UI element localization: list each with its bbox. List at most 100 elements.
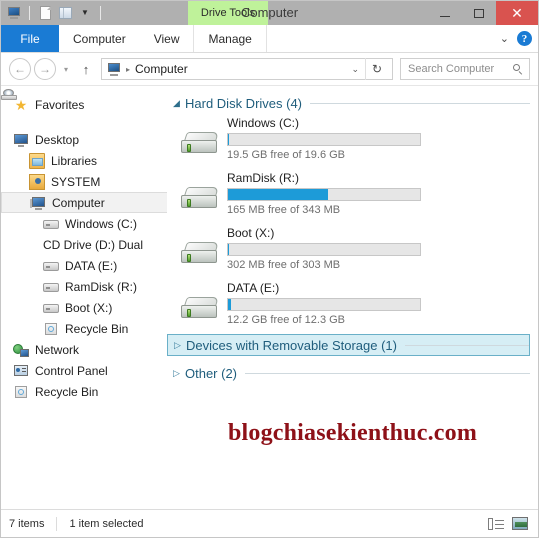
triangle-collapsed-icon[interactable]: ▷ (173, 368, 185, 379)
details-view-button[interactable] (486, 515, 506, 533)
recycle-bin-icon (43, 321, 59, 337)
triangle-expanded-icon[interactable]: ◢ (173, 98, 185, 109)
group-title: Devices with Removable Storage (1) (186, 337, 397, 353)
drive-item-data-e[interactable]: DATA (E:) 12.2 GB free of 12.3 GB (167, 279, 538, 334)
new-folder-icon[interactable] (56, 4, 74, 22)
sidebar-item-label: Recycle Bin (35, 384, 99, 399)
computer-icon[interactable] (5, 4, 23, 22)
back-arrow-icon: ← (14, 62, 26, 76)
qat-divider-2 (100, 6, 101, 20)
drive-info: DATA (E:) 12.2 GB free of 12.3 GB (227, 279, 538, 326)
hard-drive-icon (181, 128, 221, 162)
sidebar-item-label: RamDisk (R:) (65, 279, 137, 294)
sidebar-item-ramdisk-r[interactable]: RamDisk (R:) (1, 276, 167, 297)
drive-item-windows-c[interactable]: Windows (C:) 19.5 GB free of 19.6 GB (167, 114, 538, 169)
drive-item-ramdisk-r[interactable]: RamDisk (R:) 165 MB free of 343 MB (167, 169, 538, 224)
tab-view[interactable]: View (140, 25, 194, 52)
sidebar-item-label: Windows (C:) (65, 216, 138, 231)
search-icon (513, 63, 524, 75)
sidebar-item-network[interactable]: Network (1, 339, 167, 360)
title-bar: ▼ Drive Tools Computer ✕ (1, 1, 538, 25)
group-header-hard-disk-drives[interactable]: ◢ Hard Disk Drives (4) (167, 92, 530, 114)
sidebar-item-computer[interactable]: Computer (1, 192, 167, 213)
properties-icon[interactable] (36, 4, 54, 22)
sidebar-item-recycle-bin[interactable]: Recycle Bin (1, 381, 167, 402)
forward-arrow-icon: → (39, 62, 51, 76)
desktop-icon (13, 132, 29, 148)
group-rule (404, 344, 529, 346)
breadcrumb-separator-icon: ▸ (126, 64, 131, 74)
drive-icon (43, 300, 59, 316)
close-button[interactable]: ✕ (496, 1, 538, 25)
drive-item-boot-x[interactable]: Boot (X:) 302 MB free of 303 MB (167, 224, 538, 279)
control-panel-icon (13, 363, 29, 379)
breadcrumb-current: Computer (135, 62, 188, 76)
sidebar-item-libraries[interactable]: Libraries (1, 150, 167, 171)
capacity-bar-fill (228, 189, 328, 200)
computer-icon (30, 195, 46, 211)
search-input[interactable] (406, 62, 513, 76)
forward-button[interactable]: → (34, 58, 56, 80)
group-header-other[interactable]: ▷ Other (2) (167, 362, 530, 384)
watermark: blogchiasekienthuc.com (227, 420, 478, 446)
triangle-collapsed-icon[interactable]: ▷ (174, 340, 186, 351)
drive-free-space: 302 MB free of 303 MB (227, 259, 341, 271)
selection-status: 1 item selected (69, 517, 144, 530)
resize-grip[interactable] (524, 523, 538, 537)
contextual-tab-drive-tools[interactable]: Drive Tools (188, 1, 268, 25)
sidebar-item-boot-x[interactable]: Boot (X:) (1, 297, 167, 318)
explorer-window: ▼ Drive Tools Computer ✕ File Computer V… (0, 0, 539, 538)
sidebar-item-cd-drive-d[interactable]: CD Drive (D:) Dual (1, 89, 167, 255)
drive-name: Boot (X:) (227, 226, 275, 240)
recent-locations-button[interactable]: ▾ (59, 65, 73, 74)
item-count: 7 items (9, 517, 45, 530)
search-box[interactable] (400, 58, 530, 80)
group-header-removable-storage[interactable]: ▷ Devices with Removable Storage (1) (167, 334, 530, 356)
window-body: ★ Favorites Desktop Libraries SYSTEM Com… (1, 86, 538, 493)
hard-drive-icon (181, 293, 221, 327)
tab-file-label: File (20, 31, 40, 46)
capacity-bar (227, 298, 421, 311)
help-icon[interactable]: ? (517, 31, 532, 46)
drive-free-space: 165 MB free of 343 MB (227, 204, 341, 216)
tab-computer[interactable]: Computer (59, 25, 140, 52)
chevron-down-icon[interactable]: ⌄ (500, 32, 509, 45)
sidebar-item-control-panel[interactable]: Control Panel (1, 360, 167, 381)
maximize-button[interactable] (462, 1, 496, 25)
drive-icon (43, 216, 59, 232)
back-button[interactable]: ← (9, 58, 31, 80)
sidebar-item-system[interactable]: SYSTEM (1, 171, 167, 192)
status-bar: 7 items 1 item selected (1, 509, 538, 537)
capacity-bar-fill (228, 244, 229, 255)
qat-dropdown-icon[interactable]: ▼ (76, 4, 94, 22)
address-bar: ← → ▾ ↑ ▸ Computer ⌄ ↻ (1, 53, 538, 86)
sidebar-item-windows-c[interactable]: Windows (C:) (1, 213, 167, 234)
tab-manage[interactable]: Manage (193, 25, 267, 52)
details-view-icon (488, 517, 504, 530)
drive-icon (43, 279, 59, 295)
up-button[interactable]: ↑ (76, 62, 96, 77)
hard-drive-icon (181, 183, 221, 217)
sidebar-item-recycle-bin-nested[interactable]: Recycle Bin (1, 318, 167, 339)
minimize-button[interactable] (428, 1, 462, 25)
quick-access-toolbar: ▼ (1, 1, 105, 25)
sidebar-item-label: CD Drive (D:) Dual (43, 237, 144, 252)
sidebar-item-desktop[interactable]: Desktop (1, 129, 167, 150)
sidebar-item-label: Desktop (35, 132, 80, 147)
tab-computer-label: Computer (73, 31, 126, 46)
breadcrumb[interactable]: ▸ Computer ⌄ ↻ (101, 58, 393, 80)
drive-name: RamDisk (R:) (227, 171, 299, 185)
refresh-button[interactable]: ↻ (365, 58, 388, 80)
user-folder-icon (29, 173, 45, 190)
sidebar-item-favorites[interactable]: ★ Favorites (1, 94, 167, 115)
breadcrumb-dropdown-icon[interactable]: ⌄ (345, 64, 365, 75)
sidebar-item-data-e[interactable]: DATA (E:) (1, 255, 167, 276)
status-divider (56, 516, 58, 531)
contextual-tab-label: Drive Tools (200, 7, 256, 19)
recycle-bin-icon (13, 384, 29, 400)
group-rule (310, 102, 530, 104)
drive-free-space: 19.5 GB free of 19.6 GB (227, 149, 346, 161)
tab-file[interactable]: File (1, 25, 59, 52)
capacity-bar (227, 188, 421, 201)
